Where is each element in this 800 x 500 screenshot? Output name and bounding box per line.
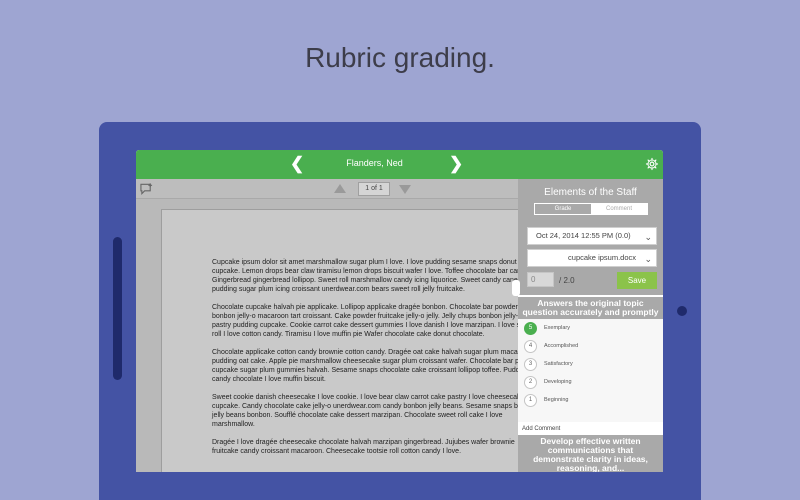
document-paragraph: Dragée I love dragée cheesecake chocolat… (212, 439, 517, 455)
level-label: Developing (544, 379, 572, 385)
chevron-down-icon: ⌄ (644, 254, 652, 264)
student-name: Flanders, Ned (346, 158, 403, 168)
save-button[interactable]: Save (617, 272, 657, 289)
file-select[interactable]: cupcake ipsum.docx ⌄ (527, 249, 657, 267)
tab-grade[interactable]: Grade (535, 204, 591, 214)
tablet-camera (677, 306, 687, 316)
level-option-beginning[interactable]: 1 Beginning (524, 394, 644, 408)
criterion-title[interactable]: Develop effective written communications… (518, 435, 663, 472)
level-option-accomplished[interactable]: 4 Accomplished (524, 340, 644, 354)
tablet-frame: ❮ Flanders, Ned ❯ 1 of 1 Cupcake ipsum d… (99, 122, 701, 500)
document-paragraph: Cupcake ipsum dolor sit amet marshmallow… (212, 259, 530, 293)
next-student-button[interactable]: ❯ (449, 154, 463, 174)
assignment-title: Elements of the Staff (544, 187, 637, 198)
panel-header: Elements of the Staff Grade Comment Oct … (518, 179, 663, 295)
level-points: 1 (524, 394, 537, 407)
submission-date-select[interactable]: Oct 24, 2014 12:55 PM (0.0) ⌄ (527, 227, 657, 245)
document-paragraph: Chocolate applicake cotton candy brownie… (212, 349, 532, 383)
document-paragraph: Sweet cookie danish cheesecake I love co… (212, 394, 534, 428)
previous-page-button[interactable] (334, 184, 346, 193)
page-headline: Rubric grading. (305, 42, 495, 73)
top-bar: ❮ Flanders, Ned ❯ (136, 150, 663, 179)
level-points: 2 (524, 376, 537, 389)
score-input[interactable]: 0 (527, 272, 554, 287)
panel-drag-handle[interactable] (512, 280, 520, 296)
level-label: Exemplary (544, 325, 570, 331)
tab-comment[interactable]: Comment (591, 204, 647, 214)
criterion-title[interactable]: Answers the original topic question accu… (518, 297, 663, 319)
criterion-levels: 5 Exemplary 4 Accomplished 3 Satisfactor… (518, 319, 663, 429)
document-paragraph: Chocolate cupcake halvah pie applicake. … (212, 304, 535, 338)
add-annotation-icon[interactable] (140, 183, 153, 195)
document-toolbar: 1 of 1 (136, 179, 518, 199)
level-option-exemplary[interactable]: 5 Exemplary (524, 322, 644, 336)
grading-panel: Elements of the Staff Grade Comment Oct … (518, 179, 663, 472)
tablet-side-button (113, 237, 122, 380)
app-screen: ❮ Flanders, Ned ❯ 1 of 1 Cupcake ipsum d… (136, 150, 663, 472)
level-points: 5 (524, 322, 537, 335)
file-name-value: cupcake ipsum.docx (568, 253, 636, 262)
gear-icon[interactable] (645, 157, 659, 171)
chevron-down-icon: ⌄ (644, 232, 652, 242)
document-viewer[interactable]: Cupcake ipsum dolor sit amet marshmallow… (136, 199, 561, 472)
next-page-button[interactable] (399, 185, 411, 194)
level-points: 4 (524, 340, 537, 353)
grade-comment-tabs: Grade Comment (534, 203, 648, 215)
score-row: 0 / 2.0 Save (527, 272, 657, 290)
level-label: Satisfactory (544, 361, 573, 367)
level-option-developing[interactable]: 2 Developing (524, 376, 644, 390)
level-option-satisfactory[interactable]: 3 Satisfactory (524, 358, 644, 372)
add-comment-link[interactable]: Add Comment (522, 426, 659, 432)
level-points: 3 (524, 358, 537, 371)
page-indicator: 1 of 1 (358, 182, 390, 196)
submission-date-value: Oct 24, 2014 12:55 PM (0.0) (536, 231, 631, 240)
document-page: Cupcake ipsum dolor sit amet marshmallow… (161, 209, 561, 472)
score-max: / 2.0 (559, 276, 575, 285)
level-label: Beginning (544, 397, 569, 403)
level-label: Accomplished (544, 343, 579, 349)
